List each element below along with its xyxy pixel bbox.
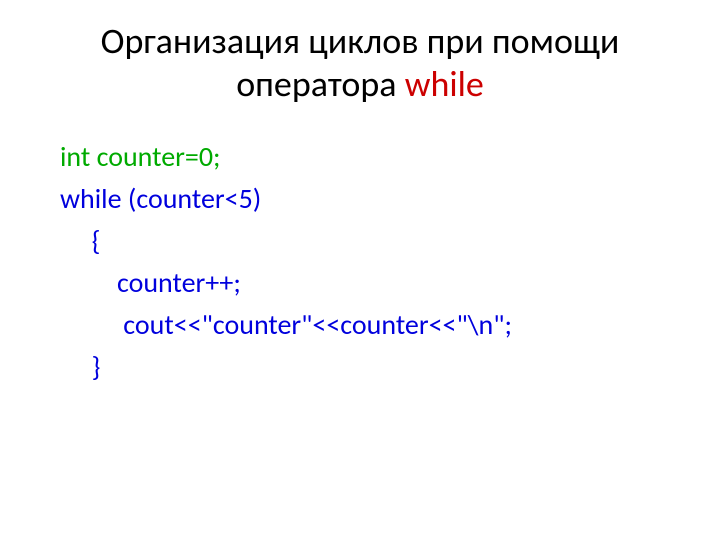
code-block: int counter=0; while (counter<5) { count… (30, 136, 690, 388)
title-line-1: Организация циклов при помощи (101, 19, 620, 63)
title-keyword: while (405, 62, 484, 106)
slide-title: Организация циклов при помощи оператора … (30, 20, 690, 106)
code-line-6: } (60, 346, 690, 388)
code-line-4: counter++; (60, 262, 690, 304)
code-line-2: while (counter<5) (60, 178, 690, 220)
code-line-3: { (60, 220, 690, 262)
code-line-5: cout<<"counter"<<counter<<"\n"; (60, 304, 690, 346)
title-line-2-prefix: оператора (236, 62, 405, 106)
code-line-1: int counter=0; (60, 136, 690, 178)
